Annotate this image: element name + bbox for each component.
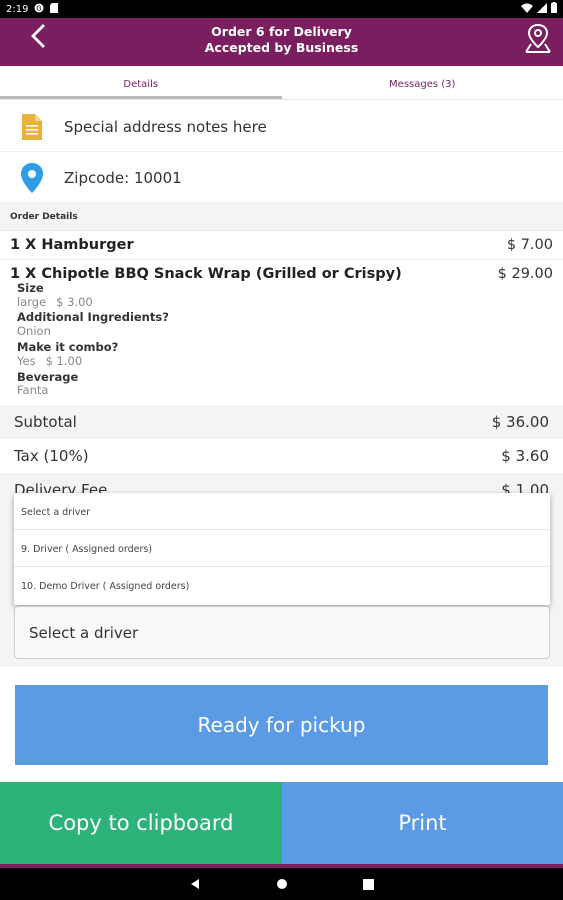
item-name: 1 X Chipotle BBQ Snack Wrap (Grilled or … — [10, 266, 402, 282]
sd-card-icon — [50, 2, 59, 16]
driver-select[interactable]: Select a driver — [14, 606, 550, 659]
tab-details[interactable]: Details — [0, 66, 282, 99]
item-price: $ 7.00 — [506, 237, 553, 253]
copy-to-clipboard-button[interactable]: Copy to clipboard — [0, 782, 282, 864]
battery-icon — [551, 2, 557, 16]
driver-dropdown-list: Select a driver 9. Driver ( Assigned ord… — [14, 493, 550, 605]
system-nav-bar — [0, 868, 563, 900]
nav-home-icon[interactable] — [276, 875, 288, 894]
status-time: 2:19 — [6, 3, 29, 15]
option-value: Onion — [17, 324, 51, 338]
nav-back-icon[interactable] — [189, 875, 201, 894]
order-details-heading: Order Details — [0, 203, 563, 231]
tax-value: $ 3.60 — [501, 447, 549, 465]
option-label: Additional Ingredients? — [17, 310, 169, 324]
wifi-icon — [521, 3, 533, 16]
nav-recents-icon[interactable] — [363, 875, 374, 894]
zipcode-text: Zipcode: 10001 — [64, 168, 182, 187]
page-title: Order 6 for Delivery Accepted by Busines… — [0, 24, 563, 56]
order-item: 1 X Chipotle BBQ Snack Wrap (Grilled or … — [10, 266, 553, 282]
driver-option[interactable]: 10. Demo Driver ( Assigned orders) — [14, 567, 550, 604]
option-label: Size — [17, 281, 44, 295]
order-item: 1 X Hamburger $ 7.00 — [10, 237, 553, 253]
zipcode-row: Zipcode: 10001 — [0, 153, 563, 203]
map-button[interactable] — [523, 22, 553, 54]
map-pin-icon — [525, 23, 551, 53]
divider — [0, 259, 563, 260]
option-label: Make it combo? — [17, 340, 119, 354]
address-notes-row: Special address notes here — [0, 102, 563, 152]
driver-option[interactable]: 9. Driver ( Assigned orders) — [14, 530, 550, 567]
signal-icon — [537, 2, 547, 16]
print-button[interactable]: Print — [282, 782, 563, 864]
status-bar: 2:19 G — [0, 0, 563, 18]
order-title: Order 6 for Delivery — [211, 24, 352, 39]
subtotal-label: Subtotal — [14, 413, 77, 431]
order-status: Accepted by Business — [204, 40, 359, 55]
location-pin-icon — [0, 162, 64, 193]
subtotal-row: Subtotal $ 36.00 — [0, 405, 563, 439]
item-price: $ 29.00 — [497, 266, 553, 282]
tax-label: Tax (10%) — [14, 447, 89, 465]
tax-row: Tax (10%) $ 3.60 — [0, 439, 563, 473]
option-label: Beverage — [17, 370, 79, 384]
option-value: large $ 3.00 — [17, 295, 93, 309]
tab-bar: Details Messages (3) — [0, 66, 563, 100]
notification-icon: G — [34, 3, 44, 16]
svg-text:G: G — [37, 4, 42, 12]
address-notes-text: Special address notes here — [64, 117, 267, 136]
app-bar: Order 6 for Delivery Accepted by Busines… — [0, 18, 563, 66]
subtotal-value: $ 36.00 — [491, 413, 549, 431]
option-value: Yes $ 1.00 — [17, 354, 83, 368]
document-icon — [0, 113, 64, 140]
tab-messages[interactable]: Messages (3) — [282, 66, 563, 99]
option-value: Fanta — [17, 383, 49, 397]
driver-option[interactable]: Select a driver — [14, 493, 550, 530]
ready-for-pickup-button[interactable]: Ready for pickup — [15, 685, 548, 765]
item-name: 1 X Hamburger — [10, 237, 134, 253]
